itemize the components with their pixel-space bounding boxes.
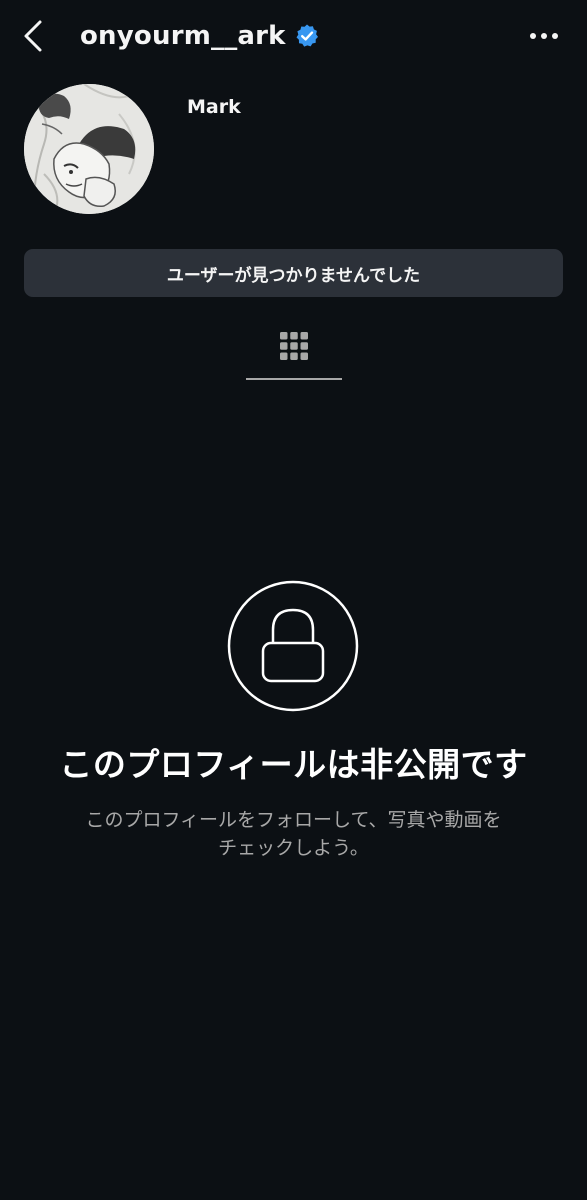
private-subtitle-line2: チェックしよう。 — [218, 837, 369, 859]
tab-posts-grid[interactable] — [246, 318, 342, 380]
username: onyourm__ark — [80, 21, 286, 51]
private-profile-title: このプロフィールは非公開です — [59, 745, 528, 784]
more-options-button[interactable] — [527, 22, 561, 50]
profile-header: onyourm__ark — [0, 0, 587, 72]
avatar[interactable] — [24, 84, 154, 214]
verified-badge-icon — [294, 23, 320, 49]
display-name: Mark — [187, 96, 241, 118]
user-not-found-notice: ユーザーが見つかりませんでした — [24, 249, 563, 297]
back-button[interactable] — [22, 14, 62, 58]
lock-icon — [227, 580, 359, 712]
private-profile-subtitle: このプロフィールをフォローして、写真や動画を チェックしよう。 — [40, 806, 547, 862]
username-container: onyourm__ark — [80, 16, 320, 56]
private-subtitle-line1: このプロフィールをフォローして、写真や動画を — [85, 809, 502, 831]
tab-active-indicator — [246, 378, 342, 380]
more-horizontal-icon — [530, 33, 558, 39]
chevron-left-icon — [24, 20, 42, 52]
grid-icon — [280, 332, 308, 360]
private-lock-badge — [227, 580, 359, 712]
avatar-sketch-image — [24, 84, 154, 214]
